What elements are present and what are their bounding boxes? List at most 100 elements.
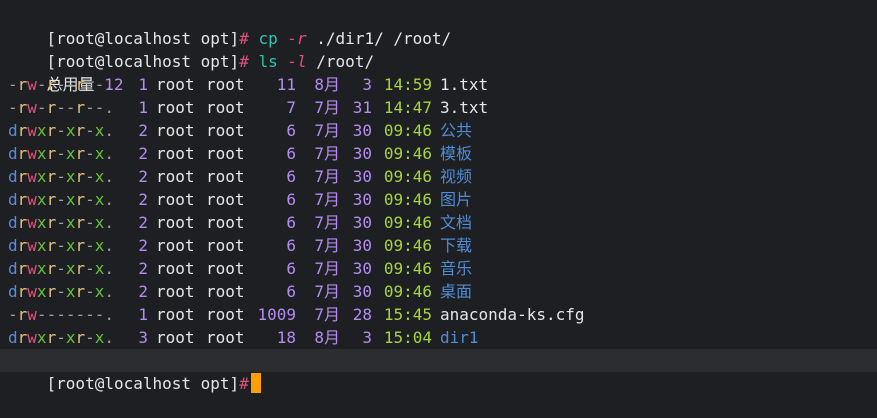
month: 7月 xyxy=(314,236,340,255)
group: root xyxy=(206,213,245,232)
file-size: 6 xyxy=(286,213,296,232)
month: 7月 xyxy=(314,98,340,117)
ls-row: -rw-------. 1 root root 1009 7月 28 15:45 anacond… xyxy=(0,303,877,326)
day: 3 xyxy=(362,328,372,347)
current-prompt-line[interactable]: [root@localhost opt]# xyxy=(0,349,877,393)
link-count: 2 xyxy=(138,213,148,232)
group: root xyxy=(206,259,245,278)
ls-row: -rw-r--r--. 1 root root 11 8月 3 14:59 1.txt xyxy=(0,73,877,96)
permissions: drwxr-xr-x. xyxy=(8,213,115,232)
file-size: 6 xyxy=(286,236,296,255)
text-cursor[interactable] xyxy=(250,373,261,393)
group: root xyxy=(206,282,245,301)
owner: root xyxy=(156,121,195,140)
prompt: [root@localhost opt] xyxy=(46,374,240,393)
permissions: -rw-------. xyxy=(8,305,115,324)
directory-name: 模板 xyxy=(440,144,473,163)
link-count: 2 xyxy=(138,282,148,301)
ls-row: drwxr-xr-x. 2 root root 6 7月 30 09:46 音乐 xyxy=(0,257,877,280)
group: root xyxy=(206,305,245,324)
command-name: ls xyxy=(258,52,278,71)
command-name: cp xyxy=(258,29,278,48)
link-count: 2 xyxy=(138,144,148,163)
group: root xyxy=(206,121,245,140)
time: 14:47 xyxy=(383,98,432,117)
time: 09:46 xyxy=(383,144,432,163)
ls-row: drwxr-xr-x. 2 root root 6 7月 30 09:46 视频 xyxy=(0,165,877,188)
command-args: ./dir1/ /root/ xyxy=(316,29,452,48)
ls-row: drwxr-xr-x. 2 root root 6 7月 30 09:46 文档 xyxy=(0,211,877,234)
owner: root xyxy=(156,75,195,94)
prompt: [root@localhost opt] xyxy=(46,52,240,71)
time: 09:46 xyxy=(383,213,432,232)
directory-name: 桌面 xyxy=(440,282,473,301)
group: root xyxy=(206,236,245,255)
file-size: 6 xyxy=(286,167,296,186)
group: root xyxy=(206,98,245,117)
day: 30 xyxy=(352,167,372,186)
day: 30 xyxy=(352,190,372,209)
month: 7月 xyxy=(314,305,340,324)
directory-name: 公共 xyxy=(440,121,473,140)
ls-row: drwxr-xr-x. 2 root root 6 7月 30 09:46 桌面 xyxy=(0,280,877,303)
prompt-symbol: # xyxy=(239,374,249,393)
command-line-cp: [root@localhost opt]# cp -r ./dir1/ /roo… xyxy=(0,4,877,48)
file-name: 1.txt xyxy=(440,75,489,94)
directory-name: 下载 xyxy=(440,236,473,255)
file-size: 18 xyxy=(276,328,296,347)
ls-row: drwxr-xr-x. 2 root root 6 7月 30 09:46 模板 xyxy=(0,142,877,165)
owner: root xyxy=(156,213,195,232)
month: 7月 xyxy=(314,213,340,232)
day: 30 xyxy=(352,282,372,301)
group: root xyxy=(206,167,245,186)
time: 09:46 xyxy=(383,236,432,255)
directory-name: dir1 xyxy=(440,328,479,347)
month: 7月 xyxy=(314,282,340,301)
permissions: drwxr-xr-x. xyxy=(8,144,115,163)
file-size: 1009 xyxy=(257,305,296,324)
permissions: drwxr-xr-x. xyxy=(8,259,115,278)
time: 09:46 xyxy=(383,190,432,209)
directory-name: 视频 xyxy=(440,167,473,186)
day: 30 xyxy=(352,259,372,278)
file-name: 3.txt xyxy=(440,98,489,117)
month: 8月 xyxy=(314,328,340,347)
month: 7月 xyxy=(314,144,340,163)
time: 15:45 xyxy=(383,305,432,324)
day: 31 xyxy=(352,98,372,117)
link-count: 1 xyxy=(138,75,148,94)
month: 7月 xyxy=(314,121,340,140)
command-option: -l xyxy=(287,52,307,71)
day: 3 xyxy=(362,75,372,94)
directory-name: 图片 xyxy=(440,190,473,209)
group: root xyxy=(206,144,245,163)
permissions: drwxr-xr-x. xyxy=(8,328,115,347)
link-count: 2 xyxy=(138,236,148,255)
permissions: drwxr-xr-x. xyxy=(8,236,115,255)
permissions: drwxr-xr-x. xyxy=(8,282,115,301)
terminal-window[interactable]: [root@localhost opt]# cp -r ./dir1/ /roo… xyxy=(0,0,877,403)
month: 7月 xyxy=(314,190,340,209)
directory-name: 音乐 xyxy=(440,259,473,278)
file-size: 6 xyxy=(286,121,296,140)
ls-row: drwxr-xr-x. 2 root root 6 7月 30 09:46 图片 xyxy=(0,188,877,211)
day: 30 xyxy=(352,144,372,163)
directory-name: 文档 xyxy=(440,213,473,232)
link-count: 2 xyxy=(138,259,148,278)
owner: root xyxy=(156,190,195,209)
owner: root xyxy=(156,98,195,117)
file-size: 6 xyxy=(286,282,296,301)
month: 8月 xyxy=(314,75,340,94)
permissions: drwxr-xr-x. xyxy=(8,190,115,209)
file-size: 6 xyxy=(286,190,296,209)
permissions: -rw-r--r--. xyxy=(8,75,115,94)
day: 30 xyxy=(352,236,372,255)
command-option: -r xyxy=(287,29,307,48)
permissions: drwxr-xr-x. xyxy=(8,121,115,140)
time: 09:46 xyxy=(383,121,432,140)
owner: root xyxy=(156,305,195,324)
prompt-symbol: # xyxy=(239,29,249,48)
owner: root xyxy=(156,259,195,278)
owner: root xyxy=(156,282,195,301)
owner: root xyxy=(156,328,195,347)
